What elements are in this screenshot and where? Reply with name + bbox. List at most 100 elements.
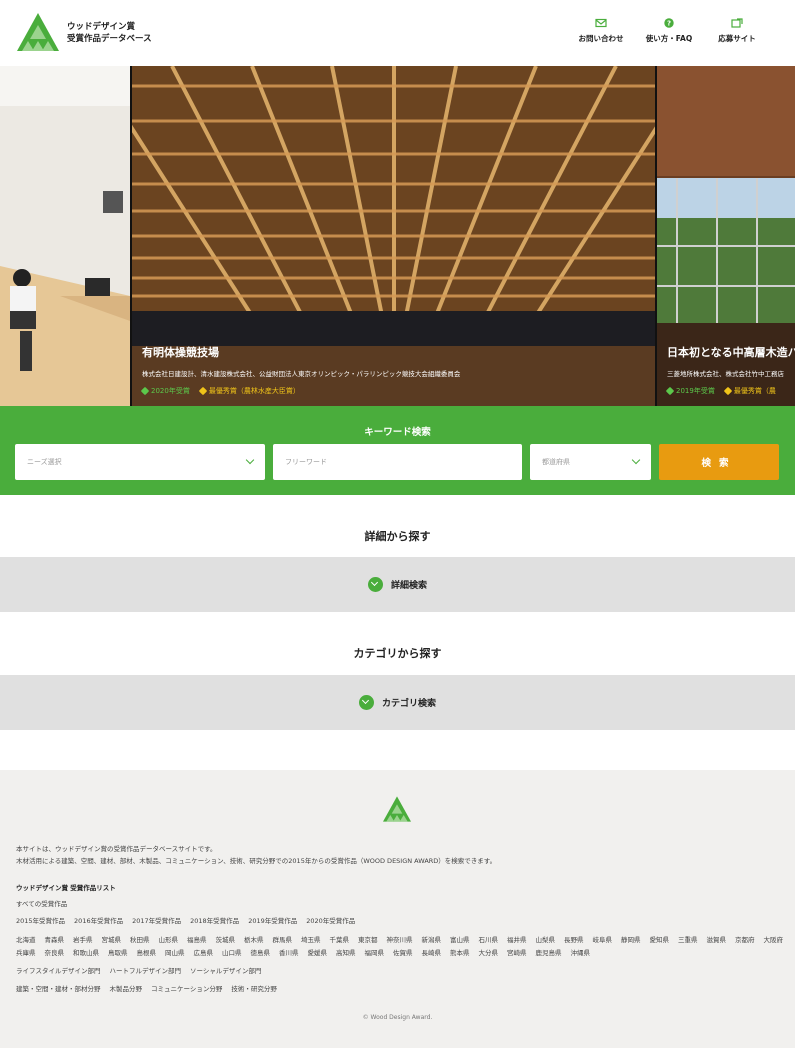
footer-prefecture-link[interactable]: 福島県: [187, 934, 207, 947]
footer-year-link[interactable]: 2020年受賞作品: [306, 915, 355, 928]
header-nav: お問い合わせ ? 使い方・FAQ 応募サイト: [567, 18, 771, 44]
footer-year-link[interactable]: 2018年受賞作品: [190, 915, 239, 928]
footer-prefecture-link[interactable]: 宮城県: [102, 934, 122, 947]
search-button[interactable]: 検索: [659, 444, 779, 480]
footer-prefecture-link[interactable]: 群馬県: [273, 934, 293, 947]
footer-prefecture-link[interactable]: 徳島県: [251, 947, 271, 960]
footer-prefecture-link[interactable]: 山梨県: [536, 934, 556, 947]
footer-prefecture-link[interactable]: 富山県: [450, 934, 470, 947]
chevron-down-icon: [631, 455, 641, 465]
footer-year-link[interactable]: 2017年受賞作品: [132, 915, 181, 928]
footer-prefecture-link[interactable]: 石川県: [479, 934, 499, 947]
footer-department-link[interactable]: ライフスタイルデザイン部門: [16, 965, 101, 978]
footer-prefecture-link[interactable]: 千葉県: [330, 934, 350, 947]
tag-year: 2020年受賞: [140, 386, 190, 396]
needs-select[interactable]: ニーズ選択: [15, 444, 265, 480]
slide-title[interactable]: 有明体操競技場: [142, 344, 460, 360]
footer-prefecture-link[interactable]: 福井県: [507, 934, 527, 947]
chevron-circle-icon: [358, 695, 374, 710]
footer-prefecture-link[interactable]: 愛知県: [650, 934, 670, 947]
tag-icon: [665, 386, 675, 396]
footer-prefecture-link[interactable]: 静岡県: [621, 934, 641, 947]
nav-contact[interactable]: お問い合わせ: [567, 18, 635, 44]
hero-carousel[interactable]: 有明体操競技場 株式会社日建設計、清水建設株式会社、公益財団法人東京オリンピック…: [0, 66, 795, 406]
footer-prefecture-link[interactable]: 山口県: [222, 947, 242, 960]
footer-prefecture-link[interactable]: 秋田県: [130, 934, 150, 947]
tag-year: 2019年受賞: [665, 386, 715, 396]
category-heading: カテゴリから探す: [353, 647, 442, 660]
tag-icon: [198, 386, 208, 396]
footer-prefecture-link[interactable]: 長野県: [564, 934, 584, 947]
footer-prefecture-link[interactable]: 鳥取県: [108, 947, 128, 960]
tag-award-label: 最優秀賞（農林水産大臣賞）: [208, 387, 300, 395]
footer-field-link[interactable]: 木製品分野: [110, 983, 143, 996]
tag-award-label: 最優秀賞（農: [733, 387, 776, 395]
slide-next-title[interactable]: 日本初となる中高層木造ハ: [667, 344, 795, 360]
footer-year-link[interactable]: 2015年受賞作品: [16, 915, 65, 928]
footer-prefecture-link[interactable]: 熊本県: [450, 947, 470, 960]
nav-faq-label: 使い方・FAQ: [645, 34, 693, 43]
footer-field-link[interactable]: 建築・空間・建材・部材分野: [16, 983, 101, 996]
slide-caption: 有明体操競技場 株式会社日建設計、清水建設株式会社、公益財団法人東京オリンピック…: [140, 344, 461, 396]
footer-prefecture-link[interactable]: 福岡県: [365, 947, 385, 960]
footer-prefecture-link[interactable]: 佐賀県: [393, 947, 413, 960]
chevron-down-icon: [245, 455, 255, 465]
footer-prefecture-link[interactable]: 鹿児島県: [536, 947, 562, 960]
footer-prefecture-link[interactable]: 兵庫県: [16, 947, 36, 960]
category-search-toggle[interactable]: カテゴリ検索: [0, 675, 795, 730]
footer-prefecture-link[interactable]: 青森県: [45, 934, 65, 947]
footer-prefecture-link[interactable]: 香川県: [279, 947, 299, 960]
footer-prefecture-link[interactable]: 山形県: [159, 934, 179, 947]
site-logo[interactable]: [17, 13, 59, 51]
slide-prev[interactable]: [0, 66, 130, 406]
footer-year-link[interactable]: 2016年受賞作品: [74, 915, 123, 928]
footer-department-link[interactable]: ハートフルデザイン部門: [110, 965, 182, 978]
footer-prefecture-link[interactable]: 奈良県: [45, 947, 65, 960]
footer-logo[interactable]: [383, 796, 411, 822]
slide-current[interactable]: 有明体操競技場 株式会社日建設計、清水建設株式会社、公益財団法人東京オリンピック…: [132, 66, 655, 406]
footer-desc-line2: 木材活用による建築、空間、建材、部材、木製品、コミュニケーション、技術、研究分野…: [16, 857, 497, 865]
footer-prefecture-link[interactable]: 神奈川県: [387, 934, 413, 947]
footer-prefecture-link[interactable]: 島根県: [137, 947, 157, 960]
footer-prefecture-link[interactable]: 長崎県: [422, 947, 442, 960]
site-title[interactable]: ウッドデザイン賞 受賞作品データベース: [67, 21, 152, 45]
footer-prefecture-link[interactable]: 岩手県: [73, 934, 93, 947]
slide-prev-photo: [0, 66, 130, 406]
site-title-line2: 受賞作品データベース: [67, 34, 152, 44]
footer-prefecture-link[interactable]: 和歌山県: [73, 947, 99, 960]
prefecture-select[interactable]: 都道府県: [530, 444, 651, 480]
footer-prefecture-link[interactable]: 三重県: [678, 934, 698, 947]
footer-prefecture-link[interactable]: 大阪府: [764, 934, 784, 947]
detail-search-toggle[interactable]: 詳細検索: [0, 557, 795, 612]
nav-faq[interactable]: ? 使い方・FAQ: [635, 18, 703, 44]
mail-icon: [595, 18, 607, 28]
slide-next-caption: 日本初となる中高層木造ハ 三菱地所株式会社、株式会社竹中工務店 2019年受賞 …: [665, 344, 795, 396]
footer-prefecture-link[interactable]: 愛媛県: [308, 947, 328, 960]
footer-prefecture-link[interactable]: 岡山県: [165, 947, 185, 960]
footer-description: 本サイトは、ウッドデザイン賞の受賞作品データベースサイトです。 木材活用による建…: [16, 843, 496, 867]
footer-prefecture-link[interactable]: 沖縄県: [571, 947, 591, 960]
footer-prefecture-link[interactable]: 東京都: [358, 934, 378, 947]
footer-field-link[interactable]: 技術・研究分野: [231, 983, 277, 996]
footer-year-link[interactable]: 2019年受賞作品: [248, 915, 297, 928]
nav-apply[interactable]: 応募サイト: [703, 18, 771, 44]
footer-prefecture-link[interactable]: 宮崎県: [507, 947, 527, 960]
footer-prefecture-link[interactable]: 滋賀県: [707, 934, 727, 947]
footer-prefecture-link[interactable]: 京都府: [735, 934, 755, 947]
footer-all-link[interactable]: すべての受賞作品: [16, 898, 67, 910]
footer-department-link[interactable]: ソーシャルデザイン部門: [190, 965, 261, 978]
footer-prefecture-link[interactable]: 埼玉県: [301, 934, 321, 947]
footer-prefecture-link[interactable]: 大分県: [479, 947, 499, 960]
footer-prefecture-link[interactable]: 新潟県: [422, 934, 442, 947]
slide-subtitle: 株式会社日建設計、清水建設株式会社、公益財団法人東京オリンピック・パラリンピック…: [142, 370, 461, 378]
slide-next[interactable]: 日本初となる中高層木造ハ 三菱地所株式会社、株式会社竹中工務店 2019年受賞 …: [657, 66, 795, 406]
keyword-input[interactable]: フリーワード: [273, 444, 522, 480]
footer-prefecture-link[interactable]: 茨城県: [216, 934, 236, 947]
footer-field-link[interactable]: コミュニケーション分野: [151, 983, 222, 996]
footer-prefecture-link[interactable]: 北海道: [16, 934, 36, 947]
footer-prefecture-link[interactable]: 岐阜県: [593, 934, 613, 947]
footer-departments: ライフスタイルデザイン部門 ハートフルデザイン部門 ソーシャルデザイン部門: [16, 965, 786, 978]
footer-prefecture-link[interactable]: 栃木県: [244, 934, 264, 947]
footer-prefecture-link[interactable]: 広島県: [194, 947, 214, 960]
footer-prefecture-link[interactable]: 高知県: [336, 947, 356, 960]
